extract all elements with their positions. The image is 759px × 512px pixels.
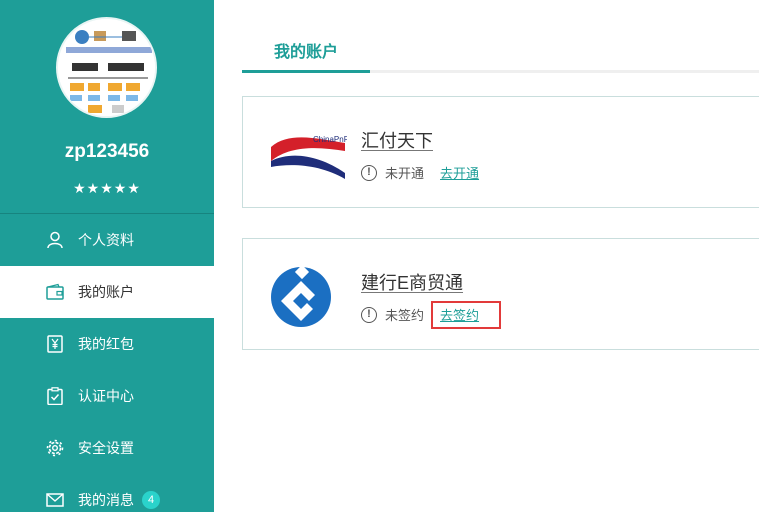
sidebar-item-security[interactable]: 安全设置 [0,422,214,474]
sidebar-item-messages[interactable]: 我的消息 4 [0,474,214,512]
account-name[interactable]: 建行E商贸通 [361,269,463,295]
message-count-badge: 4 [142,491,160,509]
sidebar-item-my-account[interactable]: 我的账户 [0,266,214,318]
tab-my-account[interactable]: 我的账户 [242,38,370,62]
avatar-diagram-icon [58,19,155,116]
sidebar-item-label: 安全设置 [78,440,134,456]
account-name[interactable]: 汇付天下 [361,127,433,153]
clipboard-check-icon [47,387,63,405]
info-icon: ! [361,306,377,323]
highlight-box [431,301,501,329]
person-icon [47,231,63,249]
gear-icon [46,439,64,457]
sidebar-nav: 个人资料 我的账户 我的红包 认证中心 安全设置 我的消息 4 [0,214,214,512]
sidebar-item-label: 个人资料 [78,232,134,248]
tab-active-indicator [242,70,370,73]
sidebar-item-red-packet[interactable]: 我的红包 [0,318,214,370]
yen-envelope-icon [47,335,63,353]
ccb-logo-icon [271,264,331,327]
chinapnr-logo-text: ChinaPnR [313,135,347,144]
sidebar-item-label: 我的消息 [78,492,134,508]
account-status: ! 未开通 去开通 [361,163,479,182]
avatar[interactable] [56,17,157,118]
account-card-chinapnr: ChinaPnR 汇付天下 ! 未开通 去开通 [242,96,759,208]
account-card-ccb: 建行E商贸通 ! 未签约 去签约 [242,238,759,350]
info-icon: ! [361,164,377,181]
status-text: 未签约 [385,308,425,323]
sidebar-item-profile[interactable]: 个人资料 [0,214,214,266]
chinapnr-logo-icon: ChinaPnR [271,135,347,179]
open-account-link[interactable]: 去开通 [440,163,479,182]
sidebar-item-label: 认证中心 [78,388,134,404]
sidebar: zp123456 ★★★★★ 个人资料 我的账户 我的红包 认证中心 安全设置 … [0,0,214,512]
sidebar-item-label: 我的红包 [78,336,134,352]
wallet-icon [46,283,64,300]
username: zp123456 [64,141,150,162]
rating-stars: ★★★★★ [73,180,141,196]
sidebar-item-certification[interactable]: 认证中心 [0,370,214,422]
status-text: 未开通 [385,166,425,181]
sidebar-item-label: 我的账户 [78,284,134,300]
mail-icon [46,493,64,507]
